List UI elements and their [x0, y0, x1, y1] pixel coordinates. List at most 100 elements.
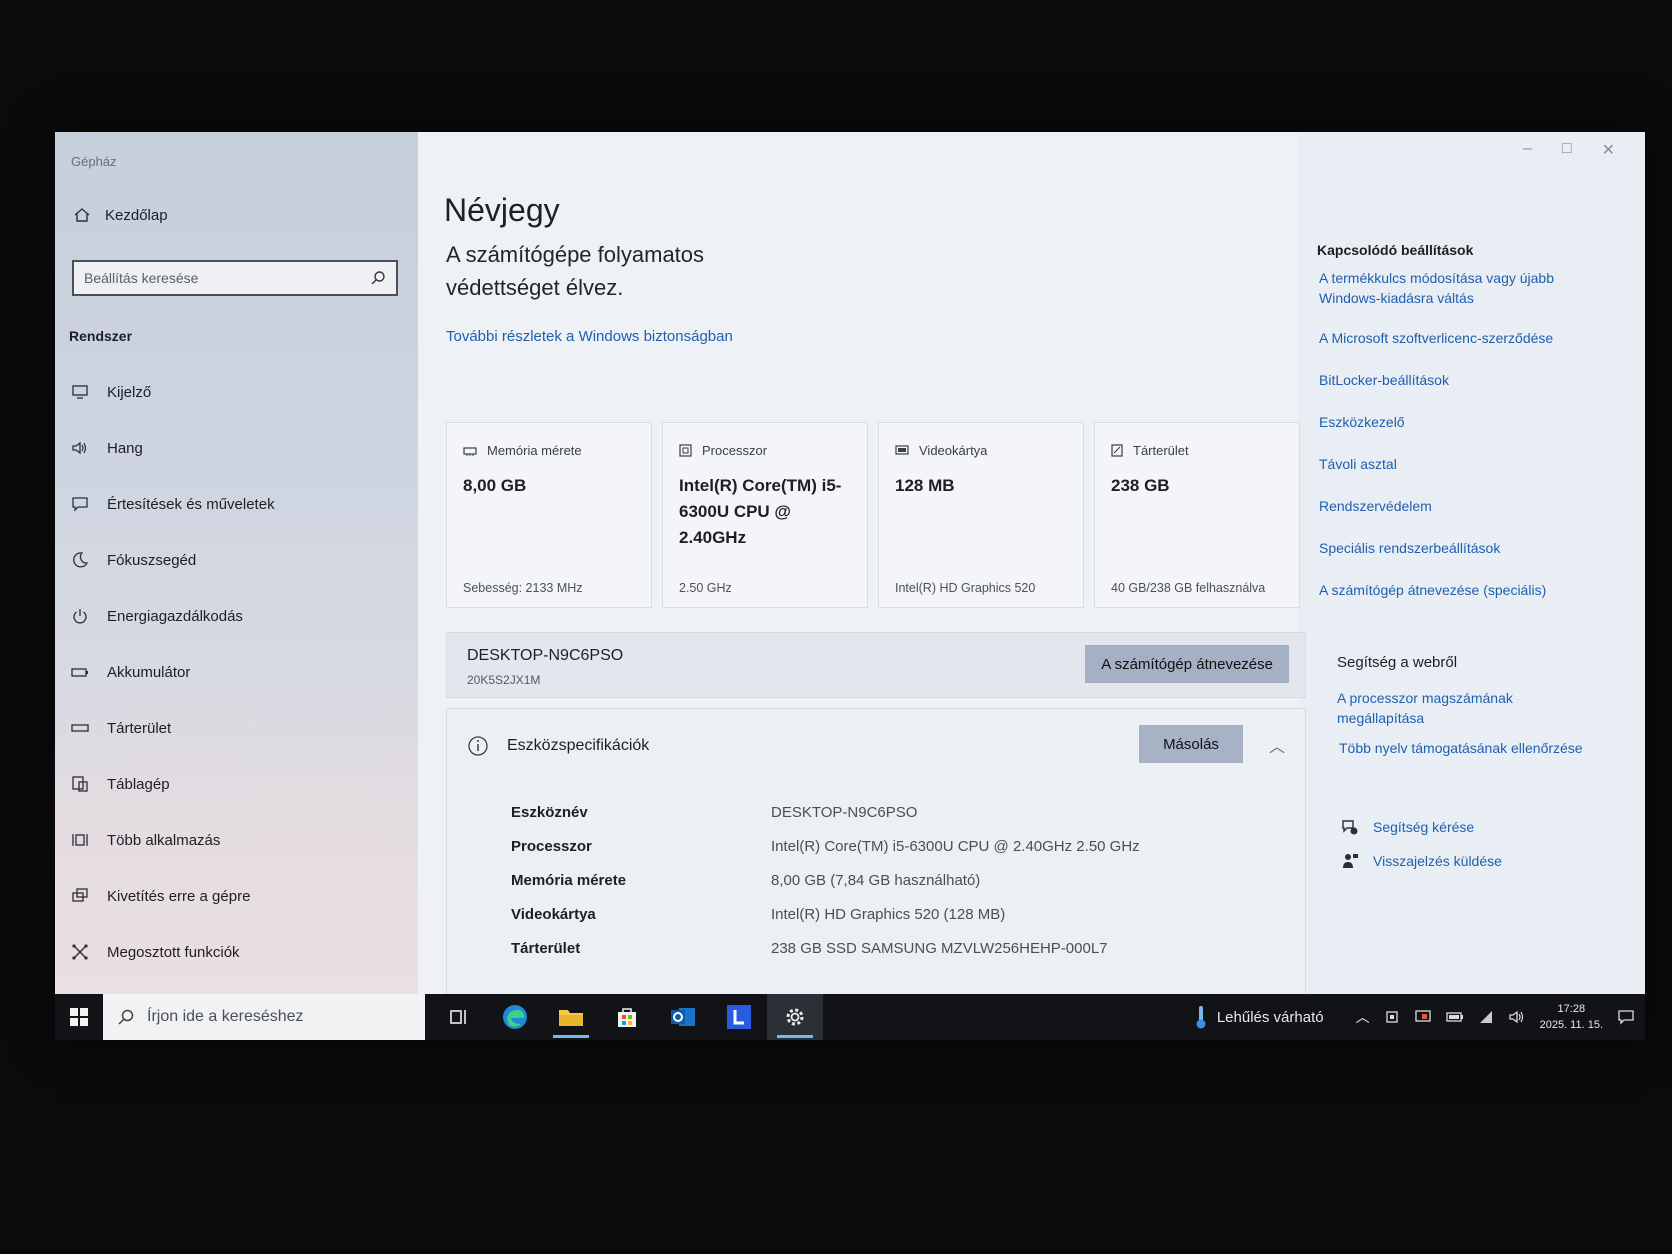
card-head: Tárterület	[1111, 443, 1189, 458]
action-center-icon[interactable]	[1617, 1009, 1635, 1025]
help-icon	[1342, 820, 1358, 835]
display-tray-icon[interactable]	[1414, 1009, 1432, 1025]
speaker-icon	[72, 441, 87, 455]
sidebar-item-display[interactable]: Kijelző	[69, 364, 409, 420]
chevron-up-icon[interactable]: ︿	[1356, 1007, 1370, 1027]
cpu-cores-link[interactable]: A processzor magszámának megállapítása	[1337, 688, 1557, 728]
spec-row: Memória mérete 8,00 GB (7,84 GB használh…	[511, 872, 980, 902]
notification-icon	[72, 497, 88, 512]
sidebar-item-label: Kijelző	[107, 383, 152, 401]
main-content: Névjegy A számítógépe folyamatos védetts…	[418, 132, 1306, 996]
card-foot: Sebesség: 2133 MHz	[463, 581, 583, 595]
spec-row: Eszköznév DESKTOP-N9C6PSO	[511, 804, 917, 834]
home-icon	[74, 208, 90, 222]
spec-value: 8,00 GB (7,84 GB használható)	[771, 872, 981, 889]
remote-desktop-link[interactable]: Távoli asztal	[1319, 454, 1619, 474]
device-specs-body: Eszköznév DESKTOP-N9C6PSO Processzor Int…	[446, 786, 1306, 996]
weather-widget[interactable]: Lehűlés várható	[1195, 1004, 1324, 1030]
page-title: Névjegy	[444, 192, 560, 228]
device-specs-header[interactable]: Eszközspecifikációk Másolás ︿	[446, 708, 1306, 786]
card-value: Intel(R) Core(TM) i5-6300U CPU @ 2.40GHz	[679, 476, 842, 547]
security-icon[interactable]	[1384, 1009, 1400, 1025]
rename-pc-button[interactable]: A számítógép átnevezése	[1085, 645, 1289, 683]
get-help-row[interactable]: Segítség kérése	[1341, 818, 1474, 836]
spec-value: Intel(R) Core(TM) i5-6300U CPU @ 2.40GHz…	[771, 838, 1140, 855]
screen: Gépház Kezdőlap Beállítás keresése Rends…	[55, 132, 1645, 1040]
web-help-title: Segítség a webről	[1337, 654, 1458, 671]
folder-icon	[559, 1010, 583, 1026]
system-tray: Lehűlés várható ︿ 17:28 2025. 11. 15.	[1195, 994, 1635, 1040]
gear-icon	[786, 1008, 804, 1026]
sidebar-item-battery[interactable]: Akkumulátor	[69, 644, 409, 700]
store-icon	[618, 1008, 636, 1027]
file-explorer-button[interactable]	[543, 994, 599, 1040]
card-value: 238 GB	[1111, 476, 1170, 495]
security-link[interactable]: További részletek a Windows biztonságban	[446, 328, 733, 345]
thermometer-icon	[1196, 1006, 1206, 1029]
product-key-link[interactable]: A termékkulcs módosítása vagy újabb Wind…	[1319, 268, 1619, 308]
card-head: Videokártya	[895, 443, 987, 458]
battery-tray-icon[interactable]	[1445, 1011, 1464, 1023]
sidebar-item-multitasking[interactable]: Több alkalmazás	[69, 812, 409, 868]
wifi-icon[interactable]	[1478, 1010, 1494, 1024]
sidebar-item-projecting[interactable]: Kivetítés erre a gépre	[69, 868, 409, 924]
section-label: Rendszer	[69, 328, 133, 344]
multi-language-link[interactable]: Több nyelv támogatásának ellenőrzése	[1339, 738, 1639, 758]
storage-card: Tárterület 238 GB 40 GB/238 GB felhaszná…	[1094, 422, 1300, 608]
sidebar-item-focus[interactable]: Fókuszsegéd	[69, 532, 409, 588]
sidebar-item-label: Energiagazdálkodás	[107, 607, 243, 625]
cpu-icon	[679, 444, 692, 457]
system-protection-link[interactable]: Rendszervédelem	[1319, 496, 1619, 516]
start-button[interactable]	[55, 994, 103, 1040]
card-head-label: Videokártya	[919, 443, 988, 458]
outlook-button[interactable]	[655, 994, 711, 1040]
card-head: Memória mérete	[463, 443, 582, 458]
clock[interactable]: 17:28 2025. 11. 15.	[1540, 1001, 1603, 1033]
home-label: Kezdőlap	[105, 206, 168, 224]
multitask-icon	[72, 834, 88, 846]
store-button[interactable]	[599, 994, 655, 1040]
sidebar-item-shared[interactable]: Megosztott funkciók	[69, 924, 409, 980]
sidebar-item-label: Hang	[107, 439, 143, 457]
volume-icon[interactable]	[1508, 1009, 1526, 1025]
clock-date: 2025. 11. 15.	[1539, 1019, 1603, 1031]
advanced-settings-link[interactable]: Speciális rendszerbeállítások	[1319, 538, 1619, 558]
card-head-label: Tárterület	[1133, 443, 1189, 458]
spec-key: Eszköznév	[511, 804, 588, 821]
sidebar-item-tablet[interactable]: Táblagép	[69, 756, 409, 812]
task-view-button[interactable]	[431, 994, 487, 1040]
spec-cards: Memória mérete 8,00 GB Sebesség: 2133 MH…	[446, 422, 1300, 608]
settings-app-button[interactable]	[767, 994, 823, 1040]
spec-value: DESKTOP-N9C6PSO	[771, 804, 918, 821]
spec-value: 238 GB SSD SAMSUNG MZVLW256HEHP-000L7	[771, 940, 1108, 957]
chevron-up-icon[interactable]: ︿	[1269, 733, 1285, 757]
sidebar-item-label: Megosztott funkciók	[107, 943, 240, 961]
feedback-icon	[1343, 854, 1358, 868]
edge-button[interactable]	[487, 994, 543, 1040]
sidebar-item-storage[interactable]: Tárterület	[69, 700, 409, 756]
taskbar-search-input[interactable]: Írjon ide a kereséshez	[103, 994, 425, 1040]
sidebar-home[interactable]: Kezdőlap	[73, 206, 168, 224]
lenovo-app-button[interactable]	[711, 994, 767, 1040]
copy-button[interactable]: Másolás	[1139, 725, 1243, 763]
feedback-row[interactable]: Visszajelzés küldése	[1341, 852, 1502, 870]
sidebar: Gépház Kezdőlap Beállítás keresése Rends…	[55, 132, 418, 994]
spec-value: Intel(R) HD Graphics 520 (128 MB)	[771, 906, 1006, 923]
sidebar-item-power[interactable]: Energiagazdálkodás	[69, 588, 409, 644]
sidebar-item-notifications[interactable]: Értesítések és műveletek	[69, 476, 409, 532]
get-help-label: Segítség kérése	[1373, 819, 1475, 835]
bitlocker-link[interactable]: BitLocker-beállítások	[1319, 370, 1619, 390]
memory-card: Memória mérete 8,00 GB Sebesség: 2133 MH…	[446, 422, 652, 608]
license-link[interactable]: A Microsoft szoftverlicenc-szerződése	[1319, 328, 1619, 348]
settings-search-input[interactable]: Beállítás keresése	[72, 260, 398, 296]
search-icon[interactable]	[370, 270, 386, 286]
power-icon	[73, 609, 87, 624]
sidebar-item-label: Értesítések és műveletek	[107, 495, 275, 513]
card-value: 128 MB	[895, 476, 955, 495]
shared-icon	[72, 944, 88, 960]
device-manager-link[interactable]: Eszközkezelő	[1319, 412, 1619, 432]
rename-advanced-link[interactable]: A számítógép átnevezése (speciális)	[1319, 580, 1619, 600]
sidebar-item-label: Kivetítés erre a gépre	[107, 887, 251, 905]
sidebar-item-sound[interactable]: Hang	[69, 420, 409, 476]
weather-label: Lehűlés várható	[1216, 1008, 1324, 1026]
